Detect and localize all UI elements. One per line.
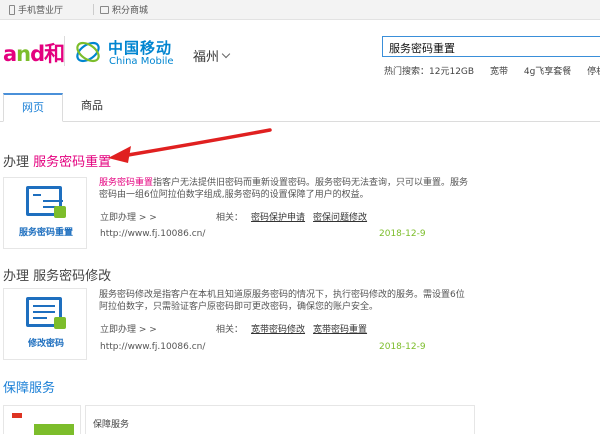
result-1-thumbnail[interactable]: 服务密码重置: [3, 177, 87, 249]
hot-item-3[interactable]: 4g飞享套餐: [524, 67, 571, 77]
hot-search: 热门搜索：12元12GB 宽带 4g飞享套餐 停机: [384, 64, 600, 77]
chevron-down-icon: [221, 49, 231, 59]
hot-item-1[interactable]: 12元12GB: [429, 67, 474, 77]
city-label: 福州: [193, 50, 220, 65]
and-logo-a: a: [3, 42, 17, 66]
phone-icon: [9, 4, 15, 15]
result-1-desc-highlight: 服务密码重置: [99, 178, 154, 188]
badge-icon: [12, 413, 22, 418]
result-1-thumb-caption: 服务密码重置: [18, 228, 73, 238]
result-1-related-label: 相关：: [216, 213, 244, 223]
result-2-url[interactable]: http://www.fj.10086.cn/: [100, 342, 205, 352]
city-selector[interactable]: 福州: [193, 46, 231, 65]
result-1-url[interactable]: http://www.fj.10086.cn/: [100, 229, 205, 239]
search-input[interactable]: 服务密码重置: [382, 36, 600, 57]
result-2-description: 服务密码修改是指客户在本机且知道原服务密码的情况下，执行密码修改的服务。需设置6…: [99, 289, 471, 313]
hot-search-label: 热门搜索：: [384, 67, 430, 77]
brand-name-cn: 中国移动: [108, 39, 173, 57]
result-1-title[interactable]: 服务密码重置: [33, 155, 111, 170]
lock-icon: [54, 206, 66, 218]
result-2-related: 相关： 宽带密码修改 宽带密码重置: [216, 322, 367, 335]
tab-web[interactable]: 网页: [3, 93, 63, 122]
hot-item-4[interactable]: 停机: [587, 67, 600, 77]
cart-icon: [100, 5, 109, 14]
result-2-prefix: 办理: [3, 269, 34, 284]
result-2-heading[interactable]: 办理 服务密码修改: [3, 265, 111, 284]
result-2-thumb-caption: 修改密码: [27, 339, 64, 349]
result-1-related: 相关： 密码保护申请 密保问题修改: [216, 210, 367, 223]
top-bar: 手机营业厅 积分商城: [0, 0, 600, 20]
tab-products[interactable]: 商品: [80, 93, 104, 121]
result-2-desc-text: 服务密码修改是指客户在本机且知道原服务密码的情况下，执行密码修改的服务。需设置6…: [99, 290, 465, 312]
result-1-action[interactable]: 立即办理 > >: [100, 210, 157, 223]
hot-item-2[interactable]: 宽带: [490, 67, 508, 77]
result-tabs: 网页 商品: [0, 93, 600, 122]
result-1-desc-text: 指客户无法提供旧密码而重新设置密码。服务密码无法查询，只可以重置。服务密码由一组…: [99, 178, 469, 200]
and-logo[interactable]: and和: [3, 38, 65, 68]
and-logo-n: n: [16, 42, 31, 66]
result-2-related-label: 相关：: [216, 325, 244, 335]
result-2-thumbnail[interactable]: 修改密码: [3, 288, 87, 360]
section-3-thumbnail[interactable]: [3, 405, 81, 435]
related-link-broadband-reset[interactable]: 宽带密码重置: [313, 325, 367, 335]
related-link-broadband-change[interactable]: 宽带密码修改: [251, 325, 305, 335]
china-mobile-logo-icon[interactable]: [74, 38, 102, 66]
and-logo-d: d和: [30, 42, 65, 66]
result-1-prefix: 办理: [3, 155, 34, 170]
logo-divider: [64, 36, 65, 66]
brand-name-en: China Mobile: [109, 56, 174, 67]
result-1-description: 服务密码重置指客户无法提供旧密码而重新设置密码。服务密码无法查询，只可以重置。服…: [99, 177, 471, 201]
related-link-security-question[interactable]: 密保问题修改: [313, 213, 367, 223]
mobile-hall-link[interactable]: 手机营业厅: [9, 3, 63, 16]
result-1-date: 2018-12-9: [379, 229, 426, 239]
section-3-heading[interactable]: 保障服务: [3, 377, 55, 396]
points-mall-link[interactable]: 积分商城: [100, 3, 148, 16]
shield-icon: [34, 424, 74, 435]
result-1-heading[interactable]: 办理 服务密码重置: [3, 151, 111, 170]
result-2-action[interactable]: 立即办理 > >: [100, 322, 157, 335]
result-2-title[interactable]: 服务密码修改: [33, 269, 111, 284]
lock-icon: [54, 317, 66, 329]
mobile-hall-label: 手机营业厅: [18, 6, 64, 16]
result-2-date: 2018-12-9: [379, 342, 426, 352]
section-3-card: [85, 405, 475, 434]
topbar-divider: [93, 4, 94, 15]
section-3-item[interactable]: 保障服务: [93, 417, 129, 430]
points-mall-label: 积分商城: [112, 6, 149, 16]
related-link-password-protection[interactable]: 密码保护申请: [251, 213, 305, 223]
